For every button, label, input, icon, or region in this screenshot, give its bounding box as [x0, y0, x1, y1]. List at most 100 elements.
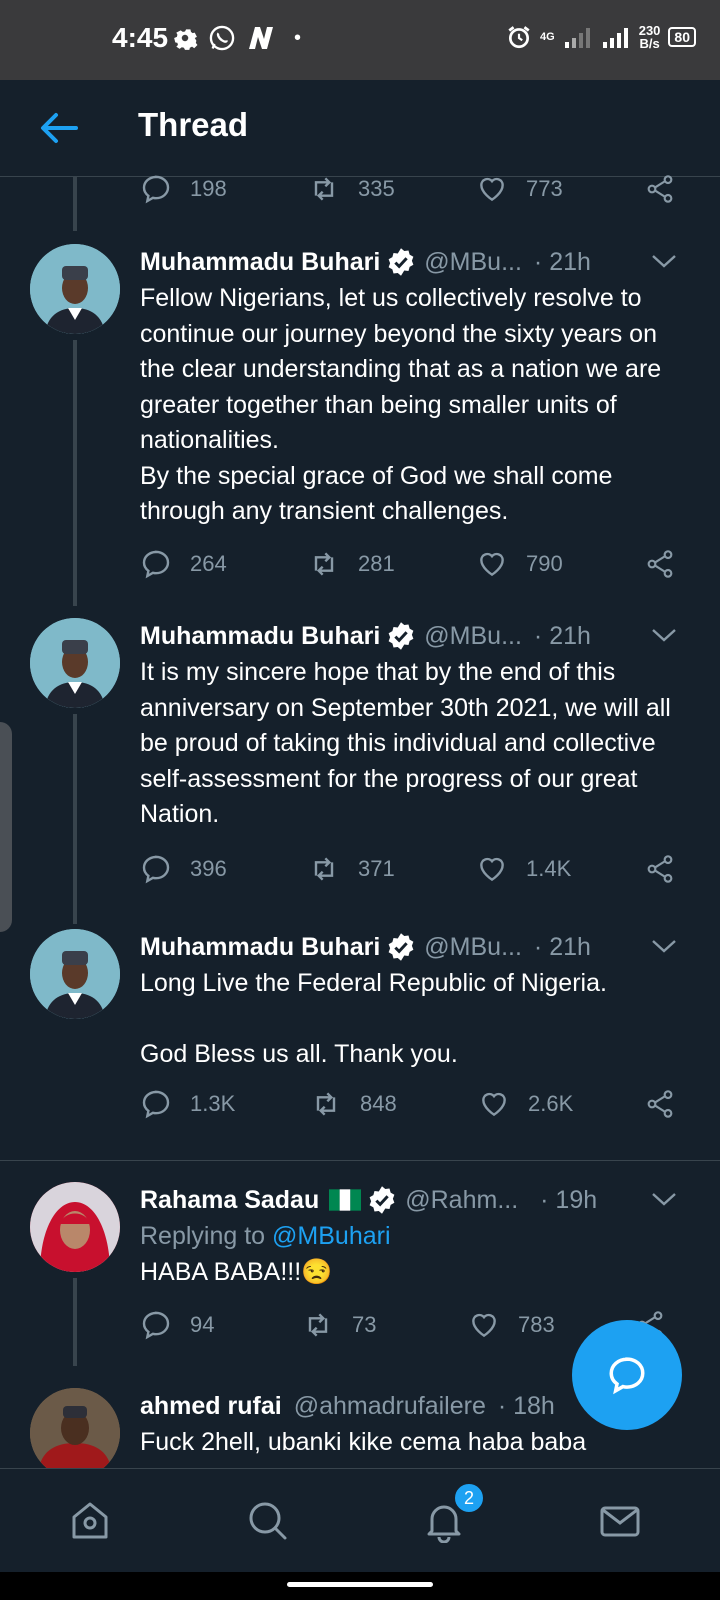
author-name[interactable]: Rahama Sadau	[140, 1186, 319, 1215]
system-gesture-bar	[0, 1572, 720, 1600]
share-icon	[647, 1090, 673, 1118]
chevron-down-icon[interactable]	[650, 1190, 678, 1208]
author-handle[interactable]: @Rahm...	[405, 1186, 518, 1215]
retweet-icon	[316, 1092, 336, 1116]
avatar-image	[30, 244, 120, 334]
heart-icon	[472, 1313, 496, 1338]
dot-icon: •	[294, 26, 302, 49]
reply-icon	[142, 550, 170, 579]
tweet-header: Muhammadu Buhari @MBu... · 21h	[140, 929, 690, 965]
share-button[interactable]	[644, 1088, 676, 1120]
share-button[interactable]	[644, 853, 676, 885]
home-indicator[interactable]	[287, 1582, 433, 1587]
like-button[interactable]: 2.6K	[478, 1088, 644, 1120]
reply-mention-link[interactable]: @MBuhari	[272, 1222, 390, 1250]
author-name[interactable]: Muhammadu Buhari	[140, 622, 380, 651]
retweet-count: 848	[360, 1091, 397, 1116]
like-button[interactable]: 790	[476, 548, 644, 580]
tweet-header: Rahama Sadau @Rahm... · 19h	[140, 1182, 690, 1218]
network-type: 4G	[540, 31, 555, 43]
tweet-text: Long Live the Federal Republic of Nigeri…	[140, 969, 607, 1068]
edge-panel-handle[interactable]	[0, 722, 12, 932]
divider	[0, 1160, 720, 1161]
tweet-text: HABA BABA!!!😒	[140, 1258, 333, 1286]
avatar[interactable]	[30, 244, 120, 334]
thread-line	[73, 340, 77, 606]
retweet-button[interactable]: 73	[302, 1309, 468, 1341]
share-icon	[647, 175, 673, 203]
back-arrow-icon[interactable]	[38, 110, 78, 146]
reply-button[interactable]: 94	[140, 1309, 302, 1341]
heart-icon	[480, 857, 504, 882]
search-icon[interactable]	[246, 1499, 290, 1543]
reply-button[interactable]: 396	[140, 853, 308, 885]
chevron-down-icon[interactable]	[650, 937, 678, 955]
retweet-button[interactable]: 371	[308, 853, 476, 885]
verified-badge-icon	[369, 1186, 395, 1214]
like-button[interactable]: 773	[476, 173, 644, 205]
like-count: 2.6K	[528, 1091, 574, 1116]
retweet-count: 335	[358, 176, 395, 201]
like-count: 783	[518, 1312, 555, 1337]
home-icon[interactable]	[68, 1499, 112, 1543]
retweet-icon	[314, 857, 334, 881]
reply-icon	[142, 855, 170, 884]
share-button[interactable]	[644, 173, 676, 205]
author-name[interactable]: Muhammadu Buhari	[140, 933, 380, 962]
reply-count: 396	[190, 856, 227, 881]
tweet-time: · 19h	[540, 1185, 598, 1214]
avatar-image	[30, 1388, 120, 1468]
reply-button[interactable]: 264	[140, 548, 308, 580]
avatar[interactable]	[30, 1388, 120, 1468]
chevron-down-icon[interactable]	[650, 252, 678, 270]
retweet-icon	[308, 1313, 328, 1337]
signal-icon-2	[602, 28, 628, 48]
retweet-button[interactable]: 281	[308, 548, 476, 580]
author-handle[interactable]: @ahmadrufailere	[294, 1392, 486, 1421]
avatar[interactable]	[30, 929, 120, 1019]
reply-button[interactable]: 1.3K	[140, 1088, 310, 1120]
mail-icon[interactable]	[598, 1499, 642, 1543]
reply-compose-button[interactable]	[572, 1320, 682, 1430]
nigeria-flag-icon	[329, 1189, 362, 1211]
share-icon	[647, 855, 673, 883]
reply-button[interactable]: 198	[140, 173, 308, 205]
verified-badge-icon	[388, 933, 414, 961]
replying-to: Replying to @MBuhari	[140, 1219, 690, 1255]
thread-header: Thread	[0, 80, 720, 177]
speed-unit: B/s	[639, 36, 660, 51]
author-name[interactable]: ahmed rufai	[140, 1392, 282, 1421]
author-handle[interactable]: @MBu...	[424, 622, 522, 651]
like-count: 773	[526, 176, 563, 201]
replying-to-label: Replying to	[140, 1222, 273, 1250]
tweet-text: Fuck 2hell, ubanki kike cema haba baba	[140, 1428, 587, 1456]
tweet-time: · 21h	[533, 932, 591, 961]
retweet-count: 281	[358, 551, 395, 576]
tweet-time: · 18h	[497, 1391, 555, 1420]
alarm-icon	[508, 26, 530, 49]
retweet-button[interactable]: 335	[308, 173, 476, 205]
retweet-icon	[314, 552, 334, 576]
retweet-button[interactable]: 848	[310, 1088, 478, 1120]
news-app-icon	[249, 27, 273, 49]
author-name[interactable]: Muhammadu Buhari	[140, 248, 380, 277]
status-time: 4:45	[112, 22, 169, 53]
author-handle[interactable]: @MBu...	[424, 933, 522, 962]
author-handle[interactable]: @MBu...	[424, 248, 522, 277]
battery-indicator: 80	[668, 27, 696, 47]
like-count: 1.4K	[526, 856, 572, 881]
avatar[interactable]	[30, 618, 120, 708]
heart-icon	[480, 552, 504, 577]
chevron-down-icon[interactable]	[650, 626, 678, 644]
like-button[interactable]: 1.4K	[476, 853, 644, 885]
avatar-image	[30, 1182, 120, 1272]
avatar-image	[30, 618, 120, 708]
signal-icon	[564, 28, 590, 48]
share-button[interactable]	[644, 548, 676, 580]
tweet-actions: 396 371 1.4K	[140, 849, 690, 889]
avatar[interactable]	[30, 1182, 120, 1272]
status-right: 4G 230 B/s 80	[506, 24, 696, 50]
gear-icon	[174, 29, 198, 50]
reply-icon	[142, 175, 170, 204]
reply-icon	[142, 1090, 170, 1119]
